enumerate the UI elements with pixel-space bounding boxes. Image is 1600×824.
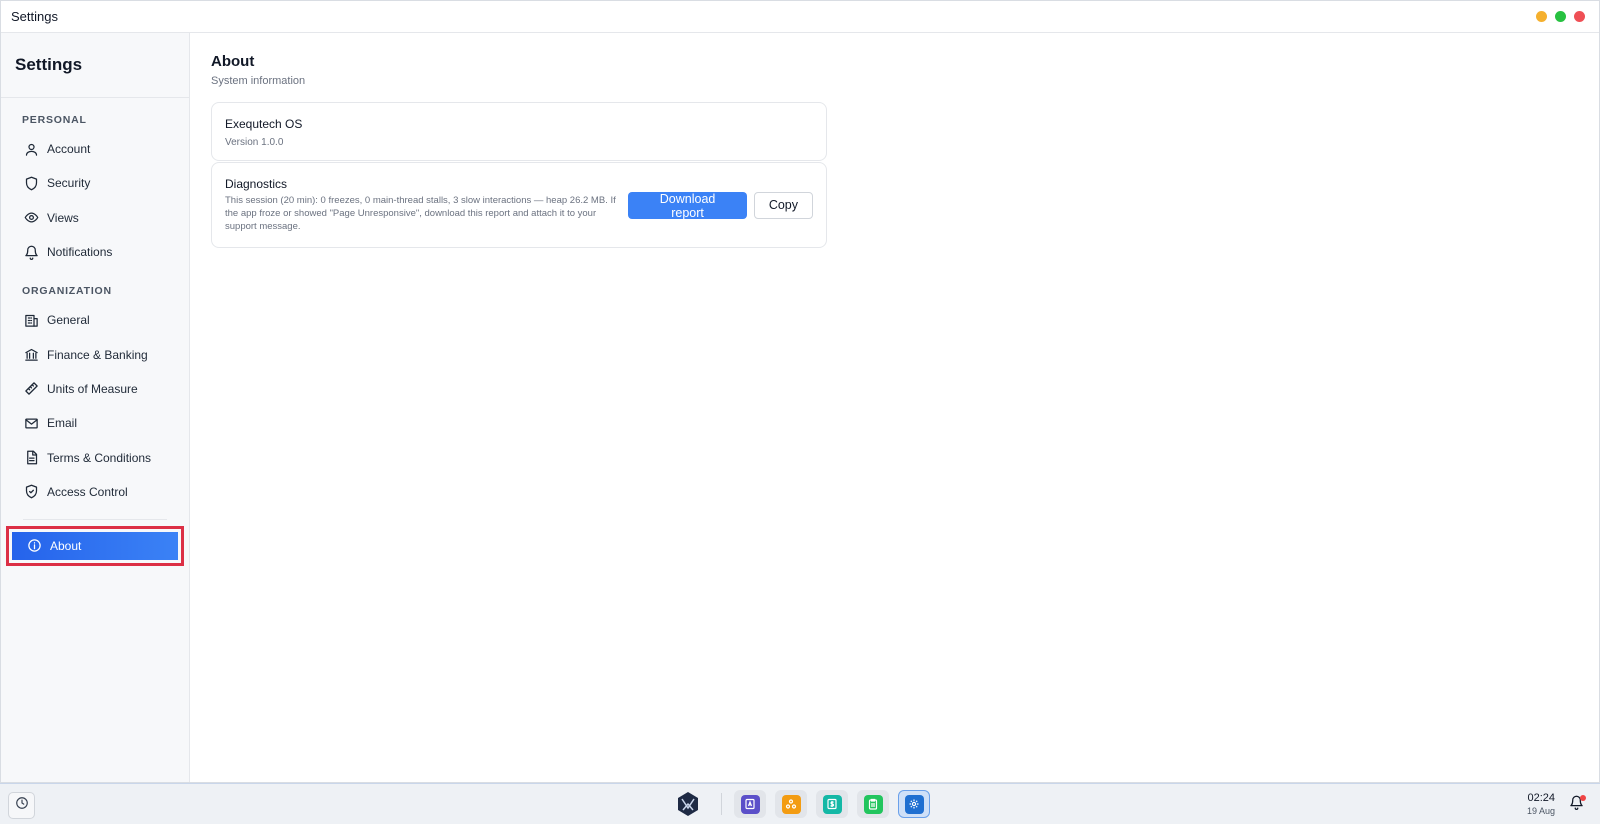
- sidebar-item-label: Notifications: [47, 245, 113, 260]
- eye-icon: [23, 210, 39, 226]
- bank-icon: [23, 347, 39, 363]
- bell-icon: [23, 244, 39, 260]
- sidebar-item-access-control[interactable]: Access Control: [1, 475, 189, 509]
- page-subtitle: System information: [211, 75, 306, 87]
- download-report-button[interactable]: Download report: [628, 191, 747, 220]
- os-name: Exequtech OS: [225, 117, 303, 131]
- settings-window: Settings Settings PERSONAL Account Secur…: [0, 0, 1600, 783]
- app-dock: [675, 790, 939, 818]
- sidebar-item-label: Security: [47, 176, 91, 191]
- window-title: Settings: [11, 9, 58, 24]
- os-logo-icon[interactable]: [675, 791, 701, 817]
- minimize-button[interactable]: [1536, 11, 1547, 22]
- clipboard-app-button[interactable]: [857, 790, 889, 818]
- taskbar: 02:24 19 Aug: [0, 783, 1600, 824]
- contacts-app-button[interactable]: [734, 790, 766, 818]
- diagnostics-text: Diagnostics This session (20 min): 0 fre…: [225, 177, 628, 233]
- info-icon: [26, 538, 42, 554]
- user-icon: [23, 141, 39, 157]
- document-icon: [23, 450, 39, 466]
- clipboard-app-icon: [863, 794, 883, 814]
- notification-badge: [1580, 795, 1586, 801]
- personal-nav: Account Security Views Notifications: [1, 132, 189, 269]
- sidebar-item-security[interactable]: Security: [1, 166, 189, 200]
- organization-nav: General Finance & Banking Units of Measu…: [1, 303, 189, 509]
- sidebar-title: Settings: [15, 55, 83, 74]
- sidebar-item-general[interactable]: General: [1, 303, 189, 337]
- os-info-card: Exequtech OS Version 1.0.0: [211, 102, 827, 161]
- maximize-button[interactable]: [1555, 11, 1566, 22]
- diagnostics-description: This session (20 min): 0 freezes, 0 main…: [225, 195, 616, 232]
- settings-app-icon: [904, 794, 924, 814]
- sidebar-item-finance-banking[interactable]: Finance & Banking: [1, 337, 189, 371]
- shield-icon: [23, 175, 39, 191]
- close-button[interactable]: [1574, 11, 1585, 22]
- settings-sidebar: Settings PERSONAL Account Security Views…: [1, 33, 190, 782]
- sidebar-item-units-of-measure[interactable]: Units of Measure: [1, 372, 189, 406]
- diagnostics-actions: Download report Copy: [628, 191, 813, 220]
- diagnostics-title: Diagnostics: [225, 177, 288, 191]
- sidebar-item-label: General: [47, 313, 90, 328]
- sidebar-item-account[interactable]: Account: [1, 132, 189, 166]
- title-bar: Settings: [1, 1, 1599, 33]
- sidebar-item-label: Access Control: [47, 484, 128, 499]
- clock-date: 19 Aug: [1526, 806, 1555, 816]
- sidebar-item-label: Email: [47, 416, 78, 431]
- main-panel: About System information Exequtech OS Ve…: [190, 33, 1599, 782]
- taskbar-clock[interactable]: 02:24 19 Aug: [1515, 792, 1555, 816]
- sidebar-item-label: Account: [47, 142, 91, 157]
- shield-check-icon: [23, 484, 39, 500]
- contacts-app-icon: [740, 794, 760, 814]
- sidebar-item-email[interactable]: Email: [1, 406, 189, 440]
- sidebar-item-about[interactable]: About: [12, 531, 178, 560]
- sidebar-item-label: Finance & Banking: [47, 347, 148, 362]
- dock-separator: [721, 793, 722, 815]
- page-title: About: [211, 53, 255, 70]
- settings-app-button[interactable]: [898, 790, 930, 818]
- sidebar-item-label: Units of Measure: [47, 381, 138, 396]
- clock-time: 02:24: [1527, 792, 1555, 804]
- network-app-icon: [781, 794, 801, 814]
- dollar-app-button[interactable]: [816, 790, 848, 818]
- copy-button[interactable]: Copy: [753, 191, 813, 219]
- sidebar-divider: [23, 518, 167, 520]
- notifications-button[interactable]: [1566, 795, 1586, 815]
- os-version: Version 1.0.0: [225, 137, 284, 148]
- section-label-personal: PERSONAL: [22, 114, 87, 126]
- mail-icon: [23, 415, 39, 431]
- building-icon: [23, 312, 39, 328]
- dollar-app-icon: [822, 794, 842, 814]
- sidebar-item-terms-conditions[interactable]: Terms & Conditions: [1, 440, 189, 474]
- ruler-icon: [23, 381, 39, 397]
- history-button[interactable]: [8, 792, 35, 819]
- section-label-organization: ORGANIZATION: [22, 285, 112, 298]
- diagnostics-card: Diagnostics This session (20 min): 0 fre…: [211, 162, 827, 248]
- window-controls: [1536, 11, 1585, 22]
- sidebar-item-views[interactable]: Views: [1, 201, 189, 235]
- sidebar-item-label: Views: [47, 210, 79, 225]
- sidebar-item-label: About: [50, 538, 82, 553]
- network-app-button[interactable]: [775, 790, 807, 818]
- sidebar-header: Settings: [1, 33, 189, 98]
- sidebar-item-notifications[interactable]: Notifications: [1, 235, 189, 269]
- highlight-box: About: [6, 525, 184, 566]
- sidebar-item-label: Terms & Conditions: [47, 450, 152, 465]
- clock-icon: [15, 796, 29, 815]
